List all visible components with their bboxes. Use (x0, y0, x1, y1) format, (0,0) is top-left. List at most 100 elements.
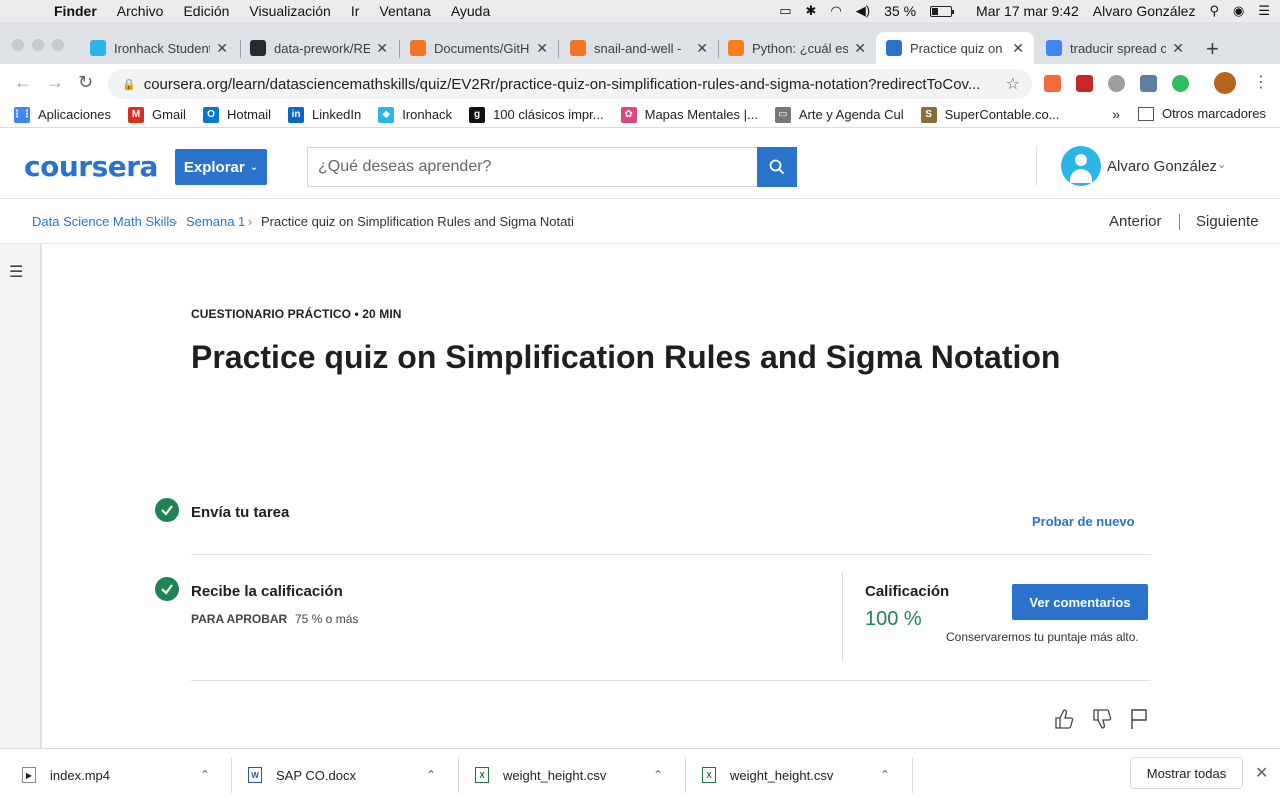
browser-tab[interactable]: Python: ¿cuál es ✕ (718, 32, 876, 64)
thumbs-up-icon[interactable] (1054, 708, 1074, 730)
airplay-icon[interactable]: ▭ (779, 3, 791, 19)
bookmark-item[interactable]: ✿ Mapas Mentales |... (620, 106, 758, 123)
browser-tab[interactable]: traducir spread c ✕ (1036, 32, 1194, 64)
bookmark-item[interactable]: M Gmail (128, 106, 186, 123)
download-item[interactable]: X weight_height.csv ⌃ (702, 749, 912, 800)
lock-icon[interactable]: 🔒 (122, 78, 136, 91)
battery-percent[interactable]: 35 % (884, 3, 916, 19)
menu-user-name[interactable]: Alvaro González (1093, 3, 1196, 19)
new-tab-icon[interactable]: + (1206, 36, 1219, 62)
volume-icon[interactable]: ◀) (856, 3, 870, 19)
user-name[interactable]: Alvaro González (1107, 158, 1217, 175)
chevron-right-icon: › (248, 214, 253, 229)
browser-profile-avatar[interactable] (1214, 72, 1236, 94)
bluetooth-icon[interactable]: ✱ (806, 3, 817, 19)
list-icon[interactable]: ☰ (9, 262, 23, 282)
bookmark-label: Aplicaciones (38, 107, 111, 122)
bookmark-label: 100 clásicos impr... (493, 107, 604, 122)
browser-tab[interactable]: data-prework/RE ✕ (240, 32, 398, 64)
chevron-up-icon[interactable]: ⌃ (653, 768, 663, 782)
breadcrumb-course-link[interactable]: Data Science Math Skills (32, 214, 176, 229)
browser-tab-active[interactable]: Practice quiz on ✕ (876, 32, 1034, 64)
menu-ayuda[interactable]: Ayuda (451, 3, 490, 19)
bookmark-label: SuperContable.co... (944, 107, 1060, 122)
bookmark-item[interactable]: ⋮⋮ Aplicaciones (12, 106, 111, 123)
other-bookmarks-folder[interactable]: Otros marcadores (1137, 106, 1266, 121)
user-avatar[interactable] (1061, 146, 1101, 186)
siri-icon[interactable]: ◉ (1233, 3, 1244, 19)
menu-visualizacion[interactable]: Visualización (249, 3, 330, 19)
skype-extension-icon[interactable] (1108, 75, 1125, 92)
tab-title: Ironhack Student (114, 40, 211, 56)
download-item[interactable]: W SAP CO.docx ⌃ (248, 749, 458, 800)
browser-tab[interactable]: snail-and-well - ✕ (560, 32, 718, 64)
bookmark-item[interactable]: O Hotmail (202, 106, 271, 123)
chevron-down-icon[interactable]: ⌄ (1217, 158, 1226, 171)
close-tab-icon[interactable]: ✕ (1172, 40, 1184, 57)
browser-tab[interactable]: Ironhack Student ✕ (80, 32, 238, 64)
extension-icon[interactable] (1076, 75, 1093, 92)
explore-button[interactable]: Explorar ⌄ (175, 149, 267, 185)
menu-edicion[interactable]: Edición (183, 3, 229, 19)
macos-menu-bar: Finder Archivo Edición Visualización Ir … (0, 0, 1280, 22)
menu-finder[interactable]: Finder (54, 3, 97, 19)
close-tab-icon[interactable]: ✕ (854, 40, 866, 57)
ironhack-icon: ◆ (378, 106, 395, 123)
battery-icon[interactable] (930, 5, 955, 17)
chevron-up-icon[interactable]: ⌃ (880, 768, 890, 782)
menu-ir[interactable]: Ir (351, 3, 360, 19)
step-submit-title: Envía tu tarea (191, 504, 290, 521)
download-item[interactable]: ▶ index.mp4 ⌃ (22, 749, 232, 800)
forward-icon[interactable]: → (46, 72, 64, 93)
previous-link[interactable]: Anterior (1109, 213, 1162, 230)
thumbs-down-icon[interactable] (1092, 708, 1112, 730)
wifi-icon[interactable]: ◠ (830, 3, 841, 19)
evernote-extension-icon[interactable] (1172, 75, 1189, 92)
browser-menu-icon[interactable]: ⋮ (1253, 72, 1269, 92)
header-divider (1036, 146, 1037, 186)
bookmark-item[interactable]: ◆ Ironhack (378, 106, 452, 123)
download-filename: index.mp4 (50, 767, 110, 783)
extension-icon[interactable] (1044, 75, 1061, 92)
spotlight-search-icon[interactable]: ⚲ (1209, 3, 1219, 19)
close-tab-icon[interactable]: ✕ (1012, 40, 1024, 57)
extension-icon[interactable] (1140, 75, 1157, 92)
divider (191, 554, 1151, 555)
coursera-favicon-icon (886, 40, 902, 56)
minimize-window-button[interactable] (32, 39, 44, 51)
search-input[interactable]: ¿Qué deseas aprender? (307, 147, 757, 187)
close-tab-icon[interactable]: ✕ (536, 40, 548, 57)
zoom-window-button[interactable] (52, 39, 64, 51)
clock[interactable]: Mar 17 mar 9:42 (976, 3, 1079, 19)
close-icon[interactable]: ✕ (1255, 763, 1268, 783)
more-bookmarks-chevron-icon[interactable]: » (1112, 106, 1120, 122)
close-tab-icon[interactable]: ✕ (376, 40, 388, 57)
bookmark-item[interactable]: g 100 clásicos impr... (469, 106, 604, 123)
menu-archivo[interactable]: Archivo (117, 3, 164, 19)
bookmark-item[interactable]: S SuperContable.co... (920, 106, 1060, 123)
address-bar[interactable]: 🔒 coursera.org/learn/datasciencemathskil… (108, 69, 1032, 99)
chevron-up-icon[interactable]: ⌃ (200, 768, 210, 782)
notification-center-icon[interactable]: ☰ (1258, 3, 1270, 19)
close-window-button[interactable] (12, 39, 24, 51)
chevron-up-icon[interactable]: ⌃ (426, 768, 436, 782)
browser-tab[interactable]: Documents/GitH ✕ (400, 32, 558, 64)
menu-ventana[interactable]: Ventana (379, 3, 430, 19)
close-tab-icon[interactable]: ✕ (216, 40, 228, 57)
close-tab-icon[interactable]: ✕ (696, 40, 708, 57)
bookmark-star-icon[interactable]: ☆ (1006, 74, 1020, 94)
search-button[interactable] (757, 147, 797, 187)
bookmark-item[interactable]: in LinkedIn (288, 106, 361, 123)
reload-icon[interactable]: ↻ (78, 72, 93, 93)
coursera-logo[interactable]: coursera (24, 150, 158, 183)
breadcrumb-current: Practice quiz on Simplification Rules an… (261, 214, 574, 229)
retry-link[interactable]: Probar de nuevo (1032, 514, 1135, 529)
bookmark-item[interactable]: ▭ Arte y Agenda Cul (774, 106, 904, 123)
back-icon[interactable]: ← (14, 72, 32, 93)
show-all-downloads-button[interactable]: Mostrar todas (1130, 757, 1243, 789)
next-link[interactable]: Siguiente (1196, 213, 1259, 230)
view-feedback-button[interactable]: Ver comentarios (1012, 584, 1148, 620)
breadcrumb-week-link[interactable]: Semana 1 (186, 214, 245, 229)
download-item[interactable]: X weight_height.csv ⌃ (475, 749, 685, 800)
flag-icon[interactable] (1130, 708, 1148, 730)
